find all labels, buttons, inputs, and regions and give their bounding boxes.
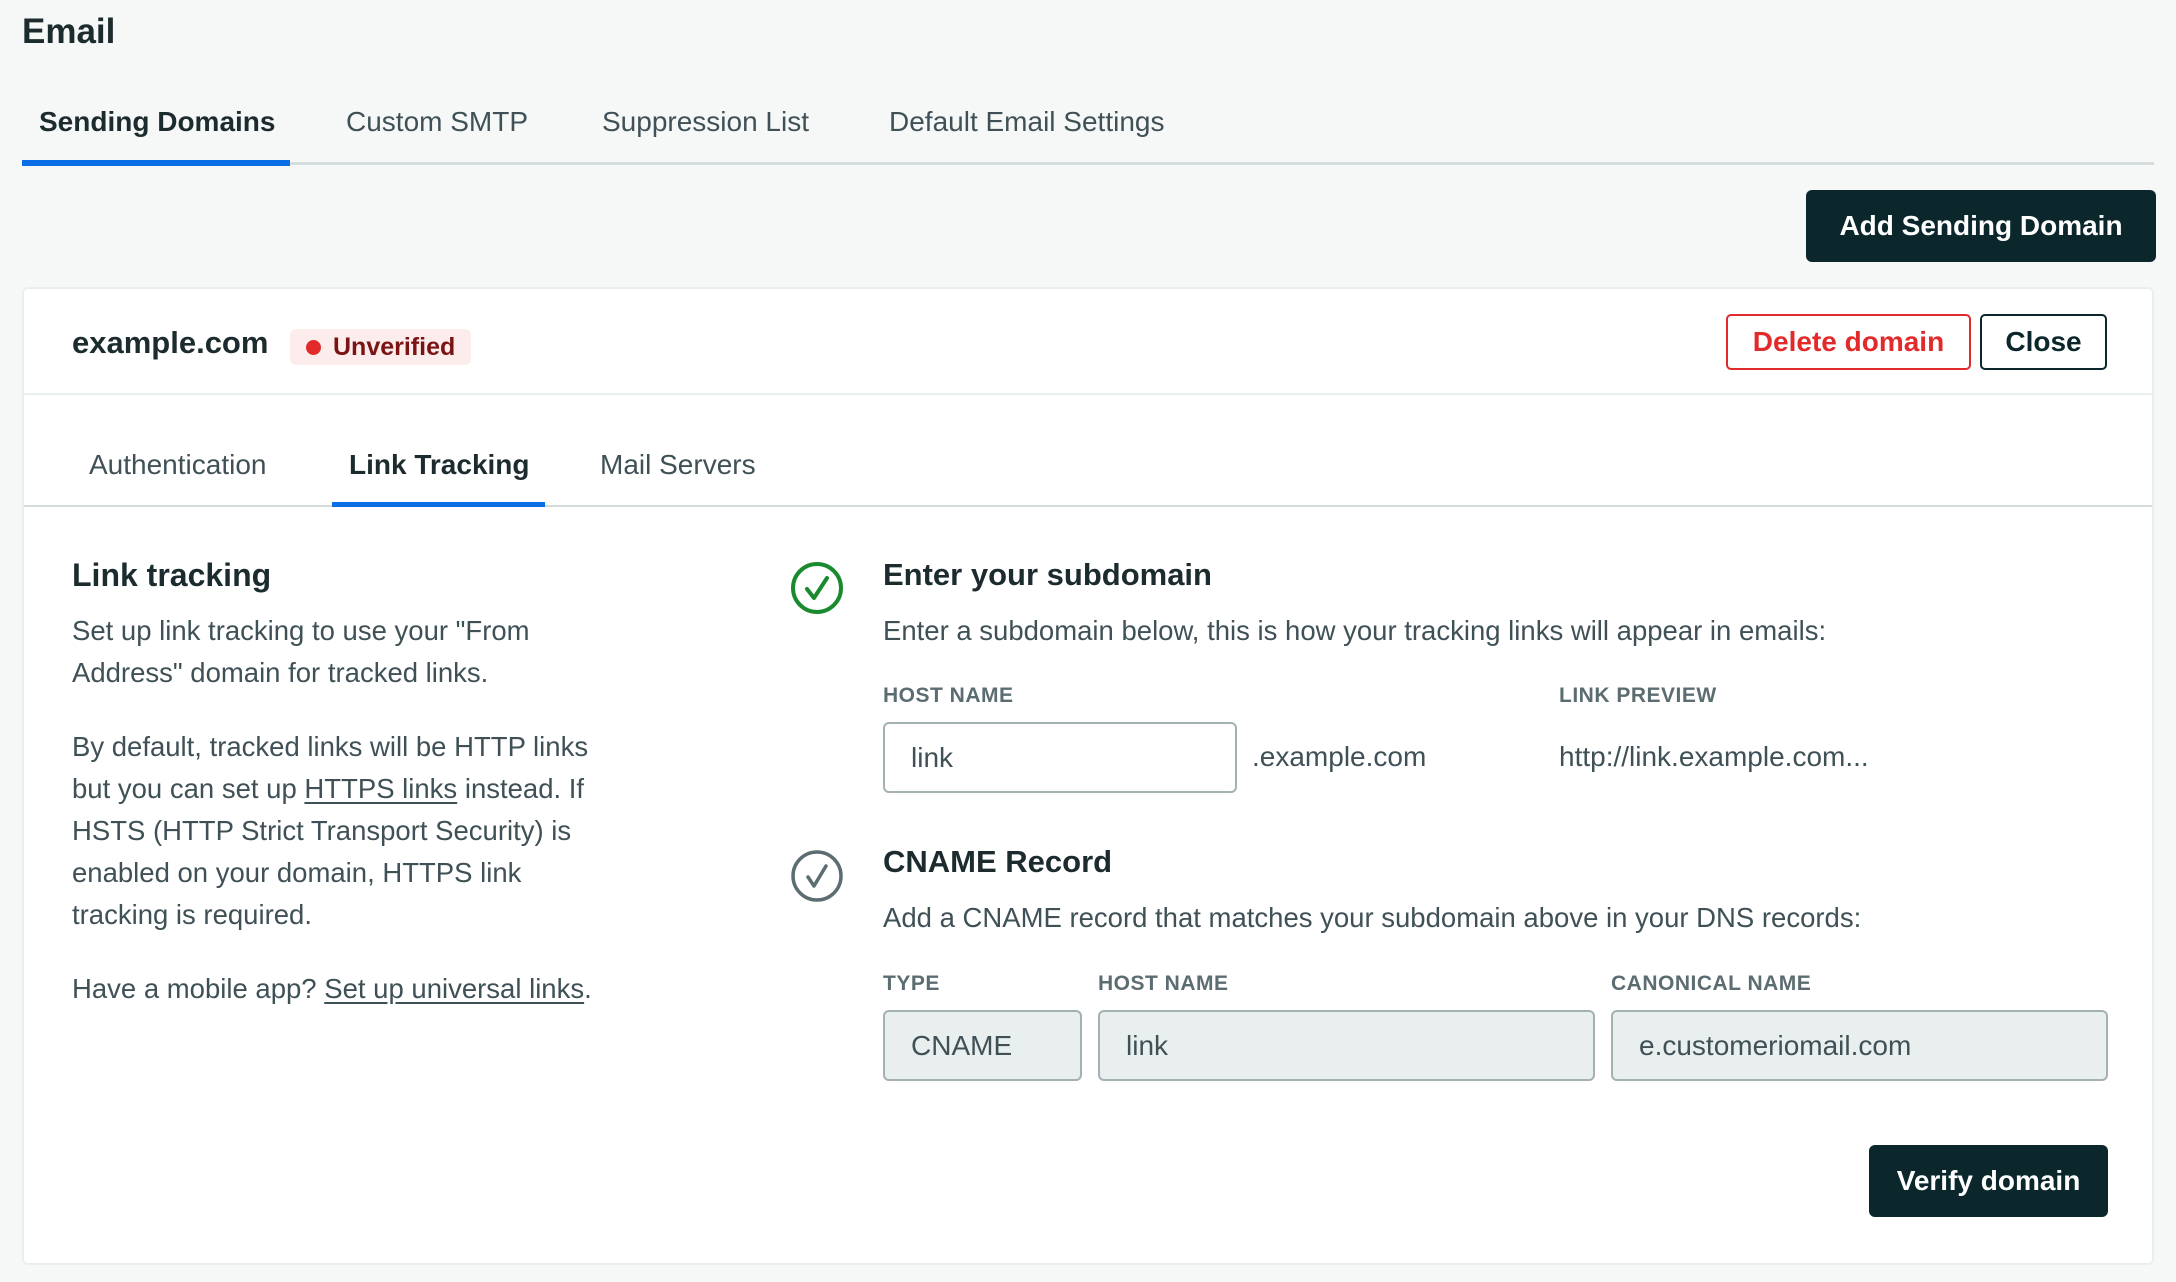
- link-preview-value: http://link.example.com...: [1559, 741, 1869, 772]
- tab-sending-domains[interactable]: Sending Domains: [39, 106, 275, 138]
- universal-links-link[interactable]: Set up universal links: [324, 973, 584, 1004]
- section-heading: Link tracking: [72, 557, 272, 593]
- canonical-name-field[interactable]: [1611, 1010, 2108, 1081]
- subdomain-heading: Enter your subdomain: [883, 557, 1212, 592]
- tab-authentication[interactable]: Authentication: [89, 449, 266, 481]
- verify-domain-button[interactable]: Verify domain: [1869, 1145, 2108, 1217]
- domain-suffix: .example.com: [1252, 741, 1427, 772]
- type-label: TYPE: [883, 972, 940, 995]
- https-paragraph: By default, tracked links will be HTTP l…: [72, 726, 602, 936]
- cname-host-field[interactable]: [1098, 1010, 1595, 1081]
- status-badge: Unverified: [290, 329, 472, 365]
- status-label: Unverified: [333, 332, 456, 361]
- domain-name: example.com: [72, 325, 269, 360]
- text: .: [584, 973, 592, 1004]
- cname-heading: CNAME Record: [883, 844, 1113, 879]
- https-links-link[interactable]: HTTPS links: [304, 773, 457, 804]
- text: Have a mobile app?: [72, 973, 325, 1004]
- intro-paragraph: Set up link tracking to use your "From A…: [72, 615, 530, 688]
- mobile-paragraph: Have a mobile app? Set up universal link…: [72, 968, 602, 1010]
- check-circle-icon: [791, 562, 843, 614]
- tab-suppression-list[interactable]: Suppression List: [602, 106, 809, 138]
- host-name-label: HOST NAME: [883, 684, 1014, 707]
- subdomain-description: Enter a subdomain below, this is how you…: [883, 615, 1827, 646]
- link-preview-label: LINK PREVIEW: [1559, 684, 1717, 707]
- tab-mail-servers[interactable]: Mail Servers: [600, 449, 756, 481]
- canonical-name-label: CANONICAL NAME: [1611, 972, 1812, 995]
- active-tab-indicator: [22, 160, 290, 166]
- add-sending-domain-button[interactable]: Add Sending Domain: [1806, 190, 2156, 262]
- delete-domain-button[interactable]: Delete domain: [1726, 314, 1971, 370]
- tabs-divider: [22, 162, 2154, 165]
- tab-default-email-settings[interactable]: Default Email Settings: [889, 106, 1164, 138]
- status-dot-icon: [306, 339, 321, 355]
- close-button[interactable]: Close: [1980, 314, 2107, 370]
- check-circle-pending-icon: [791, 850, 843, 902]
- host-name-input[interactable]: [883, 722, 1237, 793]
- type-field[interactable]: [883, 1010, 1082, 1081]
- email-tabs: Sending Domains Custom SMTP Suppression …: [22, 0, 2154, 166]
- header-divider: [24, 393, 2152, 395]
- domain-card: example.com Unverified Delete domain Clo…: [22, 287, 2154, 1265]
- cname-host-label: HOST NAME: [1098, 972, 1229, 995]
- link-tracking-info: Link tracking Set up link tracking to us…: [72, 557, 602, 1042]
- cname-description: Add a CNAME record that matches your sub…: [883, 902, 1862, 933]
- tab-link-tracking[interactable]: Link Tracking: [349, 449, 530, 481]
- tab-custom-smtp[interactable]: Custom SMTP: [346, 106, 528, 138]
- active-inner-tab-indicator: [332, 502, 545, 507]
